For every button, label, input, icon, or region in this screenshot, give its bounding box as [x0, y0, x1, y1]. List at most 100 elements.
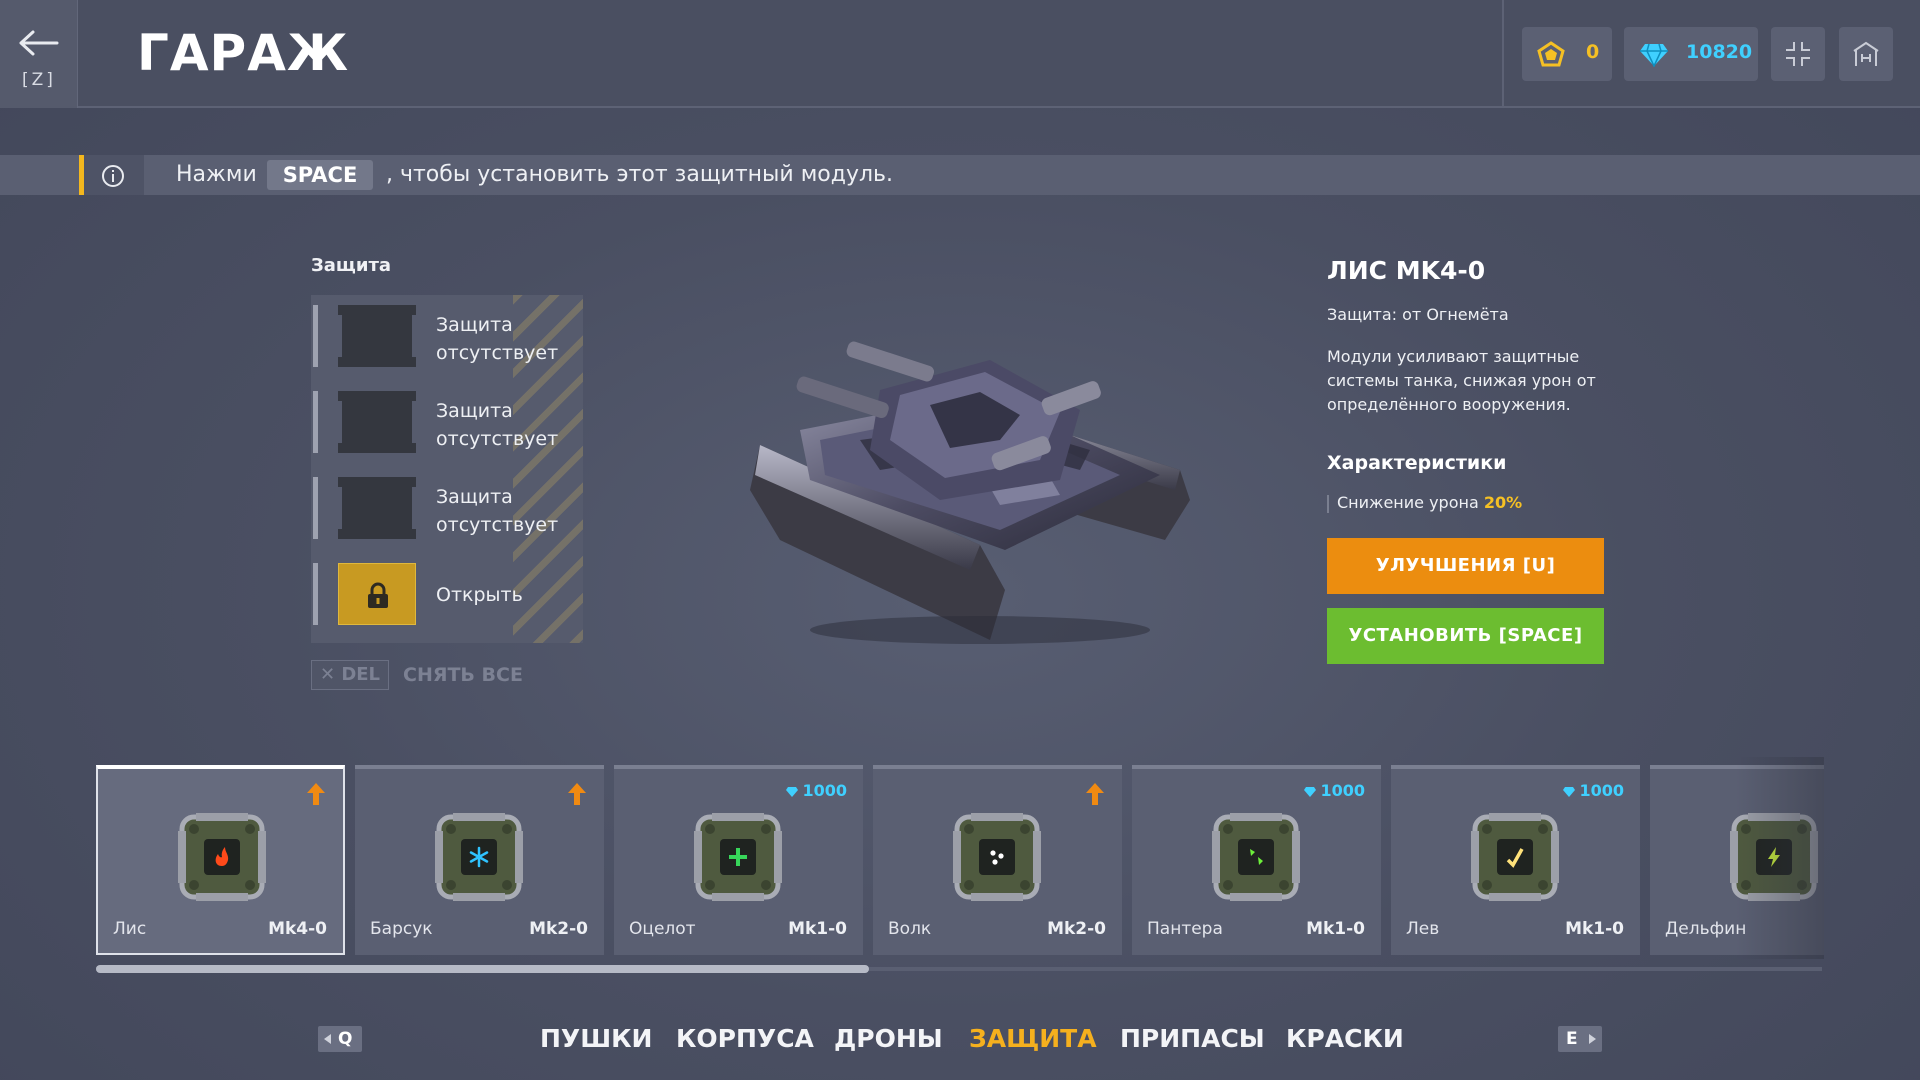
unlock-label: Открыть	[436, 584, 523, 606]
tab-hulls[interactable]: КОРПУСА	[676, 1024, 814, 1053]
slot-label: Защита отсутствует	[436, 314, 559, 364]
crystal-icon	[1537, 41, 1565, 67]
slot-indicator	[313, 563, 318, 625]
fullscreen-icon	[1786, 42, 1810, 66]
item-name: Лев	[1406, 919, 1440, 939]
item-name: Волк	[888, 919, 932, 939]
item-title: ЛИС MK4-0	[1327, 256, 1486, 285]
empty-slot-icon	[336, 477, 418, 539]
diamonds-counter[interactable]: 10820	[1624, 27, 1758, 81]
item-card[interactable]: Волк Mk2-0	[873, 765, 1122, 955]
item-price: 1000	[786, 781, 847, 800]
back-arrow-icon	[19, 30, 59, 56]
upgrades-button[interactable]: УЛУЧШЕНИЯ [U]	[1327, 538, 1604, 594]
characteristics-title: Характеристики	[1327, 452, 1507, 474]
hint-info	[84, 155, 144, 195]
tab-protection[interactable]: ЗАЩИТА	[969, 1024, 1097, 1053]
lock-icon	[368, 582, 388, 608]
item-price: 1000	[1304, 781, 1365, 800]
top-bar: [Z] ГАРАЖ 0 10820	[0, 0, 1920, 108]
carousel-scroll-thumb[interactable]	[96, 965, 869, 973]
hint-prefix: Нажми	[176, 162, 257, 187]
item-price: 1000	[1563, 781, 1624, 800]
stat-bar	[1327, 494, 1329, 513]
crystals-value: 0	[1586, 41, 1600, 63]
item-protection-type: Защита: от Огнемёта	[1327, 305, 1509, 324]
diamond-icon	[1640, 43, 1668, 67]
item-level: Mk1-0	[1565, 919, 1624, 939]
item-card[interactable]: Барсук Mk2-0	[355, 765, 604, 955]
hint-bar: Нажми SPACE , чтобы установить этот защи…	[144, 155, 1920, 195]
upgrade-arrow-icon	[1086, 783, 1104, 805]
item-description: Модули усиливают защитные системы танка,…	[1327, 347, 1596, 414]
protection-slot-2[interactable]: Защита отсутствует	[311, 381, 583, 463]
slot-label: Защита отсутствует	[436, 400, 559, 450]
items-carousel[interactable]: Лис Mk4-0 Барсук Mk2-0 1000 Оцелот Mk1-0	[96, 757, 1824, 959]
upgrade-arrow-icon	[568, 783, 586, 805]
locked-slot-box	[338, 563, 416, 625]
home-button[interactable]	[1839, 27, 1893, 81]
arrow-left-icon	[324, 1034, 331, 1044]
slot-label: Защита отсутствует	[436, 486, 559, 536]
arrow-right-icon	[1589, 1034, 1596, 1044]
slots-title: Защита	[311, 255, 392, 276]
protection-module-icon	[178, 813, 266, 901]
hint-suffix: , чтобы установить этот защитный модуль.	[386, 162, 894, 187]
item-card[interactable]: 1000 Оцелот Mk1-0	[614, 765, 863, 955]
carousel-fade	[1736, 757, 1824, 959]
page-title: ГАРАЖ	[137, 24, 350, 82]
protection-module-icon	[1212, 813, 1300, 901]
prev-category-key[interactable]: Q	[318, 1026, 362, 1052]
protection-module-icon	[694, 813, 782, 901]
slot-indicator	[313, 391, 318, 453]
item-level: Mk1-0	[1306, 919, 1365, 939]
protection-slot-locked[interactable]: Открыть	[311, 553, 583, 635]
hint-key-badge: SPACE	[267, 160, 373, 190]
empty-slot-icon	[336, 391, 418, 453]
item-name: Барсук	[370, 919, 433, 939]
tab-guns[interactable]: ПУШКИ	[540, 1024, 652, 1053]
tab-paints[interactable]: КРАСКИ	[1286, 1024, 1404, 1053]
home-icon	[1853, 41, 1879, 66]
tab-drones[interactable]: ДРОНЫ	[834, 1024, 943, 1053]
back-hotkey: [Z]	[22, 70, 56, 90]
item-card[interactable]: 1000 Лев Mk1-0	[1391, 765, 1640, 955]
header-divider	[1502, 0, 1504, 108]
item-level: Mk2-0	[1047, 919, 1106, 939]
item-level: Mk1-0	[788, 919, 847, 939]
empty-slot-icon	[336, 305, 418, 367]
protection-module-icon	[1471, 813, 1559, 901]
slot-indicator	[313, 305, 318, 367]
diamond-icon	[786, 786, 799, 797]
slot-indicator	[313, 477, 318, 539]
protection-slot-1[interactable]: Защита отсутствует	[311, 295, 583, 377]
item-card[interactable]: 1000 Пантера Mk1-0	[1132, 765, 1381, 955]
tank-preview-image	[750, 341, 1190, 644]
damage-reduction-label: Снижение урона	[1337, 493, 1479, 512]
install-button[interactable]: УСТАНОВИТЬ [SPACE]	[1327, 608, 1604, 664]
next-category-key[interactable]: E	[1558, 1026, 1602, 1052]
upgrade-arrow-icon	[307, 783, 325, 805]
protection-module-icon	[953, 813, 1041, 901]
item-name: Лис	[113, 919, 147, 939]
diamond-icon	[1563, 786, 1576, 797]
damage-reduction-row: Снижение урона 20%	[1327, 493, 1522, 513]
protection-slots-panel: Защита отсутствует Защита отсутствует За…	[311, 295, 583, 643]
crystals-counter[interactable]: 0	[1522, 27, 1612, 81]
hint-bar-left	[0, 155, 80, 195]
tab-supplies[interactable]: ПРИПАСЫ	[1120, 1024, 1265, 1053]
back-button[interactable]: [Z]	[0, 0, 78, 108]
damage-reduction-value: 20%	[1483, 493, 1523, 512]
item-card[interactable]: Лис Mk4-0	[96, 765, 345, 955]
item-name: Оцелот	[629, 919, 696, 939]
diamond-icon	[1304, 786, 1317, 797]
remove-all-hotkey: ✕ DEL	[311, 660, 389, 690]
item-name: Пантера	[1147, 919, 1223, 939]
remove-all-label: СНЯТЬ ВСЕ	[403, 664, 523, 686]
protection-slot-3[interactable]: Защита отсутствует	[311, 467, 583, 549]
item-level: Mk4-0	[268, 919, 327, 939]
info-icon	[102, 165, 124, 187]
item-level: Mk2-0	[529, 919, 588, 939]
fullscreen-button[interactable]	[1771, 27, 1825, 81]
protection-module-icon	[435, 813, 523, 901]
